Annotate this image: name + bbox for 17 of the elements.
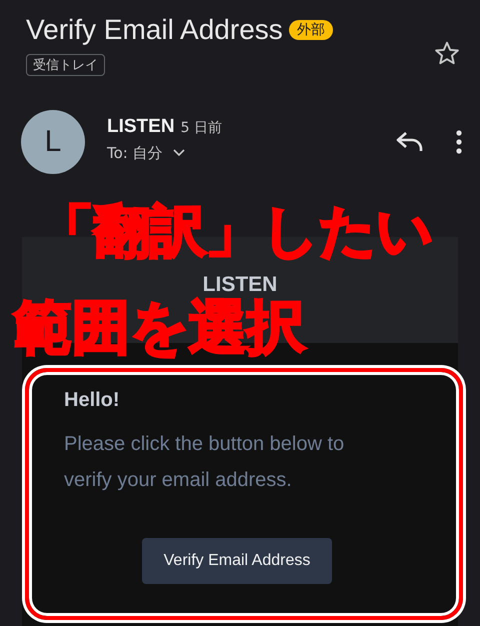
annotation-caption: 範囲を選択	[14, 298, 305, 356]
avatar: L	[21, 110, 85, 174]
inbox-label[interactable]: 受信トレイ	[26, 54, 105, 76]
recipient: To: 自分	[107, 144, 163, 162]
annotation-caption: 「翻訳」したい	[38, 204, 433, 260]
reply-icon[interactable]	[396, 131, 424, 153]
external-badge: 外部	[288, 20, 333, 40]
verify-email-button[interactable]: Verify Email Address	[142, 538, 332, 584]
star-icon[interactable]	[434, 40, 460, 66]
sender-name: LISTEN	[107, 116, 175, 138]
email-subject: Verify Email Address	[26, 14, 283, 46]
banner-title: LISTEN	[202, 273, 278, 297]
greeting: Hello!	[64, 389, 121, 412]
chevron-down-icon[interactable]	[172, 149, 185, 157]
sent-time: 5 日前	[180, 118, 222, 136]
more-options-icon[interactable]	[456, 130, 462, 154]
message-text: Please click the button below to verify your email address.	[64, 432, 346, 493]
